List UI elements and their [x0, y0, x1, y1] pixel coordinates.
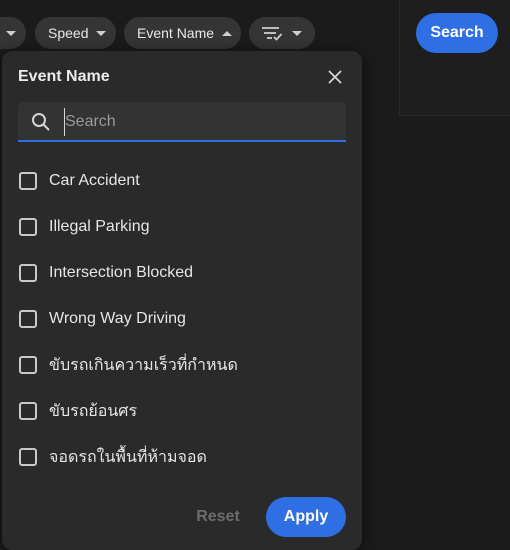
close-icon: [328, 70, 342, 84]
search-icon: [32, 113, 50, 131]
option-label: Wrong Way Driving: [49, 310, 186, 327]
option-no-parking-thai[interactable]: จอดรถในพื้นที่ห้ามจอด: [18, 434, 346, 480]
search-input[interactable]: [64, 108, 335, 136]
checkbox[interactable]: [19, 310, 37, 328]
option-car-accident[interactable]: Car Accident: [18, 158, 346, 204]
filter-chip-label: Event Name: [137, 25, 215, 41]
option-illegal-parking[interactable]: Illegal Parking: [18, 204, 346, 250]
apply-button[interactable]: Apply: [266, 497, 346, 537]
filter-chip-speed[interactable]: Speed: [35, 17, 116, 49]
option-label: ขับรถย้อนศร: [49, 402, 138, 420]
event-name-filter-popup: Event Name Car Accident Illegal Parking …: [2, 51, 362, 550]
filter-list-icon: [260, 23, 284, 43]
option-list: Car Accident Illegal Parking Intersectio…: [18, 158, 346, 480]
checkbox[interactable]: [19, 356, 37, 374]
checkbox[interactable]: [19, 172, 37, 190]
filter-chip-partial[interactable]: [0, 17, 26, 49]
chevron-down-icon: [292, 30, 302, 36]
filter-chip-more[interactable]: [249, 17, 315, 49]
close-button[interactable]: [324, 66, 346, 88]
checkbox[interactable]: [19, 264, 37, 282]
reset-button[interactable]: Reset: [182, 497, 254, 537]
chevron-up-icon: [222, 30, 233, 36]
filter-chip-event-name[interactable]: Event Name: [124, 17, 241, 49]
option-label: Car Accident: [49, 172, 140, 189]
option-label: Illegal Parking: [49, 218, 150, 235]
checkbox[interactable]: [19, 448, 37, 466]
popup-title: Event Name: [18, 68, 110, 85]
option-label: จอดรถในพื้นที่ห้ามจอด: [49, 448, 207, 466]
option-intersection-blocked[interactable]: Intersection Blocked: [18, 250, 346, 296]
checkbox[interactable]: [19, 218, 37, 236]
option-wrong-way-thai[interactable]: ขับรถย้อนศร: [18, 388, 346, 434]
option-label: ขับรถเกินความเร็วที่กำหนด: [49, 356, 238, 374]
option-wrong-way-driving[interactable]: Wrong Way Driving: [18, 296, 346, 342]
filter-chip-label: Speed: [48, 25, 89, 41]
search-field: [18, 102, 346, 142]
checkbox[interactable]: [19, 402, 37, 420]
chevron-down-icon: [96, 30, 107, 36]
option-speeding-thai[interactable]: ขับรถเกินความเร็วที่กำหนด: [18, 342, 346, 388]
search-button[interactable]: Search: [416, 13, 498, 53]
chevron-down-icon: [6, 30, 16, 36]
option-label: Intersection Blocked: [49, 264, 194, 281]
